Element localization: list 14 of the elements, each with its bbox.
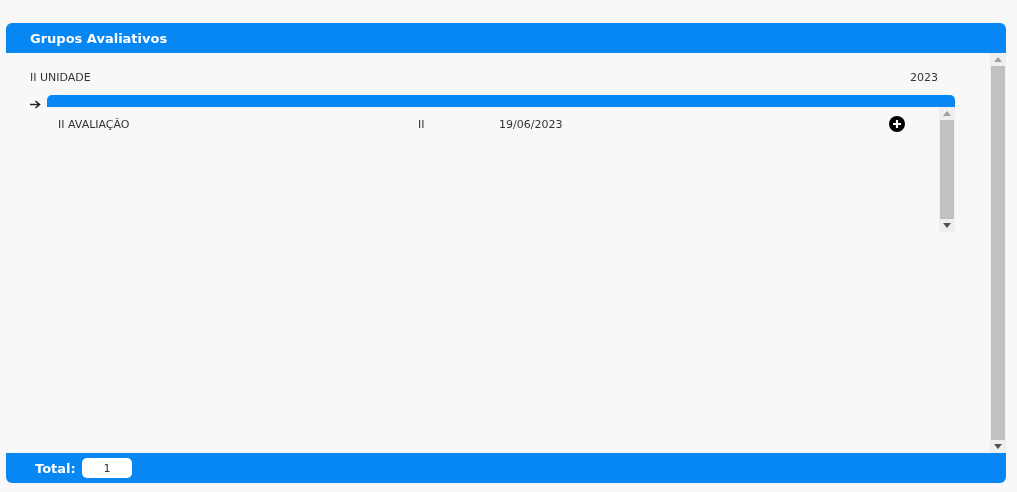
scrollbar[interactable] (939, 107, 955, 232)
scroll-down-icon[interactable] (994, 444, 1002, 449)
scrollbar[interactable] (990, 53, 1006, 453)
evaluation-date: 19/06/2023 (499, 117, 564, 131)
evaluation-name: II AVALIAÇÃO (58, 117, 131, 131)
total-field[interactable]: 1 (81, 458, 132, 478)
evaluation-code: II (418, 117, 426, 131)
total-label: Total: (35, 460, 76, 476)
scroll-down-icon[interactable] (943, 223, 951, 228)
unit-year: 2023 (910, 70, 938, 84)
add-icon[interactable] (889, 116, 905, 132)
unit-name: II UNIDADE (30, 70, 91, 84)
arrow-icon[interactable] (30, 100, 41, 109)
panel-title: Grupos Avaliativos (30, 30, 168, 46)
